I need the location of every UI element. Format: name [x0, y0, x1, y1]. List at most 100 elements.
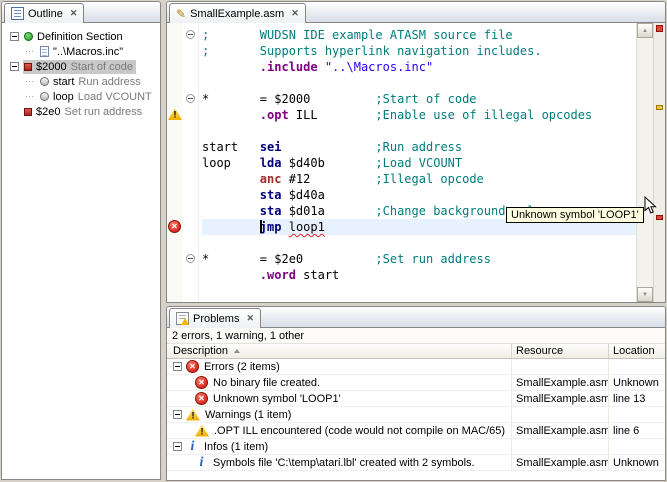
tree-collapse-icon[interactable]	[10, 62, 19, 71]
error-icon	[186, 360, 199, 373]
problem-row[interactable]: Unknown symbol 'LOOP1'SmallExample.asmli…	[167, 391, 665, 407]
outline-tabbar: Outline ✕	[2, 2, 160, 23]
red-square-icon	[24, 63, 32, 71]
code-line[interactable]	[202, 75, 636, 91]
problem-resource-cell	[512, 439, 609, 454]
outline-item-loop[interactable]: loopLoad VCOUNT	[2, 89, 160, 104]
outline-item-start[interactable]: startRun address	[2, 74, 160, 89]
code-line[interactable]: anc #12 ;Illegal opcode	[202, 171, 636, 187]
code-line[interactable]: sta $d40a	[202, 187, 636, 203]
close-icon[interactable]: ✕	[246, 314, 254, 323]
problem-group-row[interactable]: Warnings (1 item)	[167, 407, 665, 423]
editor-tabbar: ✎ SmallExample.asm ✕	[167, 2, 665, 23]
scrollbar-down-button[interactable]	[637, 287, 653, 302]
problem-row[interactable]: No binary file created.SmallExample.asmU…	[167, 375, 665, 391]
outline-view-icon	[11, 7, 24, 20]
code-line[interactable]: loop lda $d40b ;Load VCOUNT	[202, 155, 636, 171]
column-header-label: Location	[613, 345, 655, 357]
column-header-location[interactable]: Location	[609, 344, 665, 358]
outline-item-2000[interactable]: $2000Start of code	[2, 59, 160, 74]
fold-collapse-icon[interactable]	[186, 94, 195, 103]
tree-item-content: loopLoad VCOUNT	[39, 90, 155, 104]
fold-collapse-icon[interactable]	[186, 254, 195, 263]
problem-location-cell: Unknown	[609, 375, 665, 390]
outline-item-definition-section[interactable]: Definition Section	[2, 29, 160, 44]
problem-group-row[interactable]: Infos (1 item)	[167, 439, 665, 455]
editor-vertical-scrollbar[interactable]	[636, 23, 653, 302]
tab-problems[interactable]: Problems ✕	[169, 308, 261, 328]
code-line[interactable]: .opt ILL ;Enable use of illegal opcodes	[202, 107, 636, 123]
sort-ascending-icon	[234, 349, 240, 353]
problems-view-icon	[176, 312, 189, 325]
tree-connector	[26, 51, 35, 52]
problem-text: Unknown symbol 'LOOP1'	[213, 393, 341, 405]
problem-group-row[interactable]: Errors (2 items)	[167, 359, 665, 375]
tree-item-content: $2e0Set run address	[23, 105, 145, 119]
problem-description-cell: No binary file created.	[167, 375, 512, 390]
tree-collapse-icon[interactable]	[10, 32, 19, 41]
tree-item-label: $2e0	[36, 106, 60, 118]
code-line[interactable]: .word start	[202, 267, 636, 283]
outline-tab-label: Outline	[28, 8, 63, 20]
problems-table-header: Description Resource Location	[167, 344, 665, 359]
column-header-resource[interactable]: Resource	[512, 344, 609, 358]
code-line[interactable]: * = $2e0 ;Set run address	[202, 251, 636, 267]
tree-connector	[10, 107, 19, 116]
tree-item-label: "..\Macros.inc"	[53, 46, 123, 58]
code-area[interactable]: ; WUDSN IDE example ATASM source file; S…	[199, 23, 636, 302]
tree-item-content: Definition Section	[23, 30, 126, 44]
problem-resource-cell	[512, 407, 609, 422]
code-line[interactable]: * = $2000 ;Start of code	[202, 91, 636, 107]
problem-text: Warnings (1 item)	[205, 409, 291, 421]
overview-warning-mark[interactable]	[656, 105, 663, 110]
tab-editor[interactable]: ✎ SmallExample.asm ✕	[169, 3, 306, 23]
problems-summary: 2 errors, 1 warning, 1 other	[167, 328, 665, 344]
scrollbar-up-button[interactable]	[637, 23, 653, 38]
info-icon	[195, 456, 208, 469]
info-icon	[186, 440, 199, 453]
red-square-icon	[24, 108, 32, 116]
tree-item-label: loop	[53, 91, 74, 103]
problem-text: Errors (2 items)	[204, 361, 280, 373]
fold-collapse-icon[interactable]	[186, 30, 195, 39]
problem-location-cell: line 6	[609, 423, 665, 438]
problem-resource-cell: SmallExample.asm	[512, 391, 609, 406]
problem-text: No binary file created.	[213, 377, 320, 389]
expander-icon[interactable]	[173, 410, 182, 419]
warning-icon	[186, 409, 200, 421]
code-line[interactable]: start sei ;Run address	[202, 139, 636, 155]
problems-tabbar: Problems ✕	[167, 307, 665, 328]
problem-location-cell	[609, 407, 665, 422]
outline-item-2e0[interactable]: $2e0Set run address	[2, 104, 160, 119]
expander-icon[interactable]	[173, 362, 182, 371]
code-line[interactable]	[202, 123, 636, 139]
tree-item-label: start	[53, 76, 74, 88]
code-line[interactable]: .include "..\Macros.inc"	[202, 59, 636, 75]
editor-body: ; WUDSN IDE example ATASM source file; S…	[167, 23, 665, 302]
overview-error-mark[interactable]	[656, 215, 663, 220]
close-icon[interactable]: ✕	[70, 9, 78, 18]
editor-tab-label: SmallExample.asm	[190, 8, 284, 20]
mouse-cursor	[644, 196, 657, 215]
error-tooltip: Unknown symbol 'LOOP1'	[506, 207, 644, 223]
tab-outline[interactable]: Outline ✕	[4, 3, 84, 23]
outline-item-macros-inc[interactable]: "..\Macros.inc"	[2, 44, 160, 59]
column-header-description[interactable]: Description	[167, 344, 512, 358]
close-icon[interactable]: ✕	[291, 9, 299, 18]
overview-ruler[interactable]	[653, 23, 665, 302]
problems-rows: Errors (2 items)No binary file created.S…	[167, 359, 665, 480]
expander-icon[interactable]	[173, 442, 182, 451]
code-line[interactable]	[202, 235, 636, 251]
warning-annotation-icon	[168, 108, 182, 120]
tree-item-label: Definition Section	[37, 31, 123, 43]
problem-row[interactable]: .OPT ILL encountered (code would not com…	[167, 423, 665, 439]
tree-item-secondary-label: Start of code	[71, 61, 133, 73]
problem-row[interactable]: Symbols file 'C:\temp\atari.lbl' created…	[167, 455, 665, 471]
problem-location-cell	[609, 359, 665, 374]
problems-tab-label: Problems	[193, 313, 239, 325]
code-line[interactable]: ; WUDSN IDE example ATASM source file	[202, 27, 636, 43]
tree-connector	[26, 96, 35, 97]
annotation-ruler	[167, 23, 183, 302]
code-line[interactable]: ; Supports hyperlink navigation includes…	[202, 43, 636, 59]
green-circle-icon	[24, 32, 33, 41]
